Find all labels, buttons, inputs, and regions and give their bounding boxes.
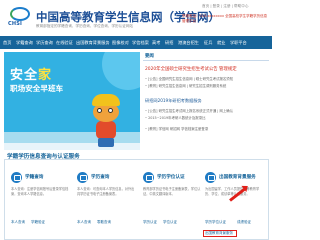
service-card-overseas[interactable]: 出国教育背景服务 为出国留学、工作人员提供高等教育学历、学位、成绩单等认证服务。… (203, 172, 263, 237)
mascot-illustration (86, 94, 126, 148)
news-item[interactable]: [教育] 学信网 研招网 学信档案注册登录 (145, 126, 267, 131)
service-link[interactable]: 零散查询 (97, 220, 111, 225)
service-desc: 本人查询：可查询本人学历信息，对外出具学历证书电子注册备案表。 (77, 187, 135, 196)
banner-title-part-b: 家 (38, 68, 53, 83)
logo-text: CHSI (8, 21, 23, 27)
banner-title: 安全家 (10, 64, 52, 83)
service-card-status[interactable]: 学籍查询 本人查询：注册学信网账号后登录学信档案，查询本人学籍信息。 本人查询 … (11, 172, 69, 232)
nav-item-image-check[interactable]: 图像校对 (112, 36, 129, 49)
services-title: 学籍学历信息查询与认证服务 (7, 154, 80, 160)
service-link[interactable]: 学位认证 (163, 220, 177, 225)
nav-item-hmt[interactable]: 港澳台招生 (178, 36, 199, 49)
banner-slogan: 职场安全早班车 (10, 84, 64, 93)
site-subtitle: 教育部指定的学籍查询、学历查询、学位查询、学历认证网站 (36, 24, 134, 28)
mascot-helmet (92, 94, 120, 106)
nav-item-archive[interactable]: 学信档案 (132, 36, 149, 49)
certification-icon (143, 172, 154, 183)
nav-item-gaokao[interactable]: 高考 (152, 36, 160, 49)
overseas-service-icon (205, 172, 216, 183)
mascot-body (96, 121, 116, 139)
nav-item-army[interactable]: 征兵 (204, 36, 212, 49)
news-headline[interactable]: 研招网2019年研招考数据服务 (145, 98, 267, 104)
degree-query-icon (77, 172, 88, 183)
main-nav: 首页 学籍查询 学历查询 在线验证 出国教育背景服务 图像校对 学信档案 高考 … (0, 36, 272, 49)
nav-item-yanzhao[interactable]: 研招 (165, 36, 173, 49)
news-item[interactable]: 2015~2019年考研人数统计及报录比 (145, 115, 267, 120)
news-item[interactable]: [公告] 全国研究生招生信息网 | 硕士研究生考试报名须知 (145, 76, 267, 81)
service-desc: 教育部学历证书电子注册备案表，学位认证，中英文翻译版本。 (143, 187, 201, 196)
header-notice: 举报电话：010-xxxxxxxx 全国高校学生学籍学历信息管理平台 (182, 14, 268, 23)
highlight-box (203, 230, 237, 237)
service-link[interactable]: 成绩验证 (237, 220, 251, 225)
service-name: 学历查询 (91, 175, 110, 180)
service-link[interactable]: 学籍验证 (31, 220, 45, 225)
nav-item-career[interactable]: 学职平台 (230, 36, 247, 49)
news-item[interactable]: [教育] 研究生招生信息网 | 研究生招生调剂服务系统 (145, 83, 267, 88)
mascot-eye-right (108, 108, 113, 113)
service-desc: 本人查询：注册学信网账号后登录学信档案，查询本人学籍信息。 (11, 187, 69, 196)
nav-item-jobs[interactable]: 就业 (217, 36, 225, 49)
service-card-degree[interactable]: 学历查询 本人查询：可查询本人学历信息，对外出具学历证书电子注册备案表。 本人查… (77, 172, 135, 232)
logo-mark-icon (10, 7, 30, 21)
service-card-certification[interactable]: 学历学位认证 教育部学历证书电子注册备案表，学位认证，中英文翻译版本。 学历认证… (143, 172, 201, 232)
chsi-logo[interactable]: CHSI (8, 7, 32, 27)
promo-banner[interactable]: 安全家 职场安全早班车 (4, 52, 140, 150)
status-query-icon (11, 172, 22, 183)
nav-item-overseas[interactable]: 出国教育背景服务 (76, 36, 110, 49)
news-panel: 要闻 2020年全国硕士研究生招生考试公告 管理规定 [公告] 全国研究生招生信… (143, 52, 269, 150)
nav-item-degree-query[interactable]: 学历查询 (36, 36, 53, 49)
service-link[interactable]: 本人查询 (77, 220, 91, 225)
news-item[interactable]: [公告] 研究生招生考试网上报名系统正式开通 | 网上确认 (145, 108, 267, 113)
nav-item-online-verify[interactable]: 在线验证 (56, 36, 73, 49)
nav-item-home[interactable]: 首页 (3, 36, 11, 49)
service-link[interactable]: 本人查询 (11, 220, 25, 225)
service-link[interactable]: 学历认证 (143, 220, 157, 225)
site-header: CHSI 中国高等教育学生信息网（学信网） 教育部指定的学籍查询、学历查询、学位… (0, 0, 272, 36)
news-title: 要闻 (145, 54, 154, 59)
service-link[interactable]: 学历学位认证 (205, 220, 226, 225)
mascot-legs (98, 138, 114, 147)
top-links[interactable]: 首页 | 登录 | 注册 | 帮助中心 (202, 4, 248, 9)
banner-title-part-a: 安全 (10, 68, 39, 83)
service-name: 学籍查询 (25, 175, 44, 180)
banner-sun-shape (102, 52, 140, 90)
nav-item-status-query[interactable]: 学籍查询 (16, 36, 33, 49)
news-header: 要闻 (143, 52, 269, 61)
service-name: 学历学位认证 (157, 175, 185, 180)
service-name: 出国教育背景服务 (219, 175, 256, 180)
news-headline[interactable]: 2020年全国硕士研究生招生考试公告 管理规定 (145, 66, 267, 72)
mascot-eye-left (97, 108, 102, 113)
